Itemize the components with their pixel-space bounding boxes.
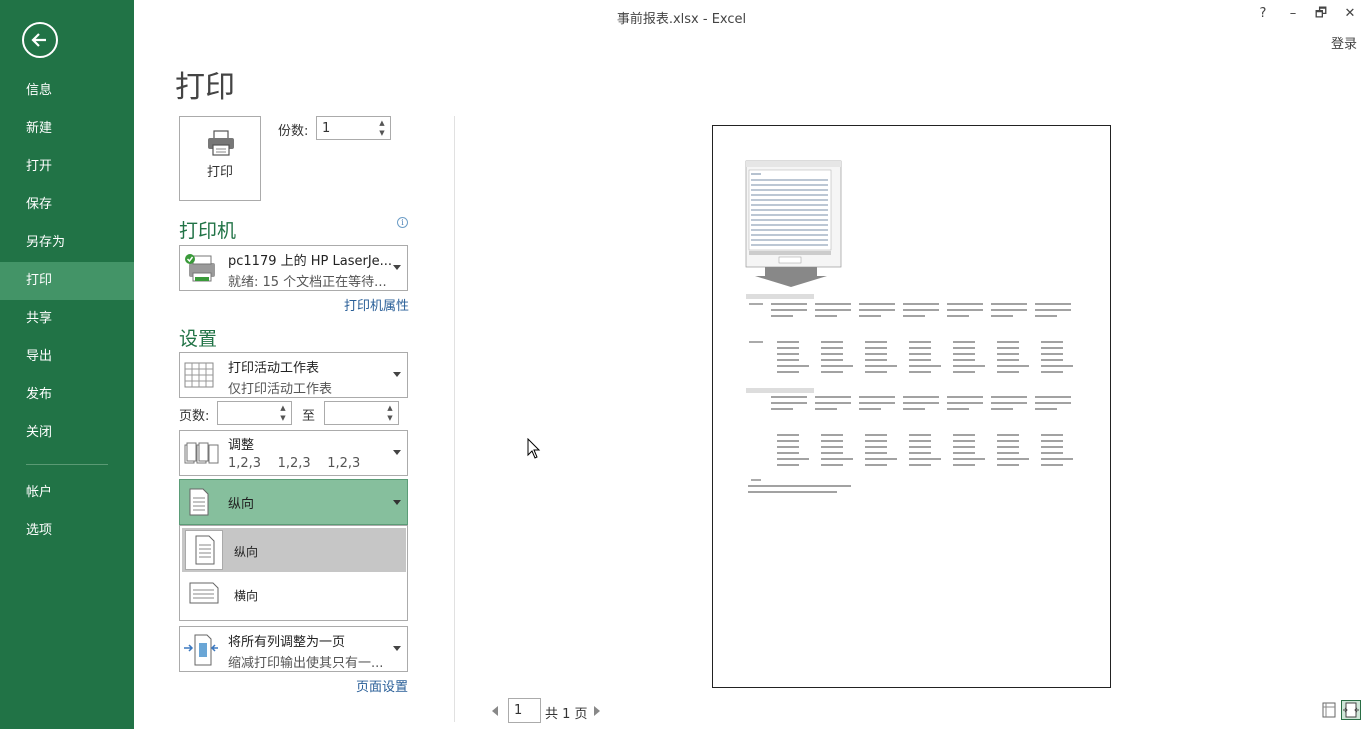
spin-up-icon[interactable]: ▲ [385, 403, 395, 413]
window-title: 事前报表.xlsx - Excel [616, 12, 747, 27]
printer-heading: 打印机 [179, 220, 237, 242]
print-button-label: 打印 [206, 165, 233, 180]
printer-select[interactable]: pc1179 上的 HP LaserJe... 就绪: 15 个文档正在等待..… [179, 245, 408, 291]
pages-from-input[interactable]: ▲ ▼ [217, 401, 292, 425]
collate-main: 调整 [228, 438, 255, 453]
preview-thumbnail [745, 160, 1073, 493]
chevron-down-icon [393, 500, 401, 505]
show-margins-icon [1322, 702, 1336, 718]
mouse-cursor-icon [527, 438, 541, 459]
nav-divider [26, 464, 108, 465]
page-title: 打印 [175, 70, 235, 105]
print-scope-sub: 仅打印活动工作表 [228, 382, 333, 397]
scaling-sub: 缩减打印输出使其只有一... [228, 656, 384, 671]
zoom-to-page-button[interactable] [1341, 700, 1361, 720]
page-setup-link[interactable]: 页面设置 [356, 676, 408, 695]
total-pages-label: 共 1 页 [545, 707, 588, 722]
backstage-nav: 信息 新建 打开 保存 另存为 打印 共享 导出 发布 关闭 帐户 选项 [0, 0, 134, 729]
minimize-button[interactable]: – [1283, 4, 1303, 24]
nav-item-publish[interactable]: 发布 [0, 376, 134, 414]
print-preview-page [712, 125, 1111, 688]
spin-up-icon[interactable]: ▲ [278, 403, 288, 413]
to-label: 至 [302, 409, 316, 424]
print-scope-select[interactable]: 打印活动工作表 仅打印活动工作表 [179, 352, 408, 398]
nav-item-open[interactable]: 打开 [0, 148, 134, 186]
spin-up-icon[interactable]: ▲ [377, 118, 387, 128]
nav-item-save-as[interactable]: 另存为 [0, 224, 134, 262]
back-arrow-icon [31, 33, 46, 47]
copies-stepper[interactable]: 1 ▲ ▼ [316, 116, 391, 140]
nav-item-account[interactable]: 帐户 [0, 474, 134, 512]
printer-properties-link[interactable]: 打印机属性 [344, 295, 409, 314]
pages-to-input[interactable]: ▲ ▼ [324, 401, 399, 425]
collate-sub: 1,2,3 1,2,3 1,2,3 [228, 456, 361, 471]
back-button[interactable] [22, 22, 58, 58]
collate-select[interactable]: 调整 1,2,3 1,2,3 1,2,3 [179, 430, 408, 476]
orientation-menu: 纵向 横向 [179, 525, 408, 621]
panel-divider [454, 116, 455, 722]
portrait-icon [189, 488, 209, 516]
nav-item-new[interactable]: 新建 [0, 110, 134, 148]
chevron-down-icon [393, 646, 401, 651]
chevron-down-icon [393, 265, 401, 270]
copies-value: 1 [322, 121, 331, 136]
nav-item-options[interactable]: 选项 [0, 512, 134, 550]
help-button[interactable]: ? [1253, 4, 1273, 24]
chevron-down-icon [393, 372, 401, 377]
close-button[interactable]: ✕ [1340, 4, 1360, 24]
settings-heading: 设置 [179, 328, 218, 350]
pages-label: 页数: [179, 409, 210, 424]
login-link[interactable]: 登录 [1331, 33, 1357, 52]
printer-name: pc1179 上的 HP LaserJe... [228, 254, 393, 269]
printer-icon [208, 130, 234, 156]
collate-icon [184, 442, 219, 464]
spin-down-icon[interactable]: ▼ [278, 413, 288, 423]
spin-down-icon[interactable]: ▼ [385, 413, 395, 423]
scale-icon [184, 634, 218, 666]
orientation-option-portrait[interactable]: 纵向 [182, 528, 406, 572]
print-button[interactable]: 打印 [179, 116, 261, 201]
nav-item-share[interactable]: 共享 [0, 300, 134, 338]
spin-down-icon[interactable]: ▼ [377, 128, 387, 138]
nav-item-save[interactable]: 保存 [0, 186, 134, 224]
nav-item-print[interactable]: 打印 [0, 262, 134, 300]
current-page-input[interactable]: 1 [508, 698, 541, 723]
scaling-main: 将所有列调整为一页 [228, 635, 346, 650]
info-icon[interactable]: i [397, 217, 408, 228]
zoom-page-icon [1343, 702, 1359, 718]
nav-item-close[interactable]: 关闭 [0, 414, 134, 452]
copies-label: 份数: [278, 124, 309, 139]
nav-item-export[interactable]: 导出 [0, 338, 134, 376]
orientation-option-label: 横向 [234, 589, 259, 603]
orientation-selected: 纵向 [228, 497, 255, 512]
nav-item-info[interactable]: 信息 [0, 72, 134, 110]
show-margins-button[interactable] [1319, 700, 1339, 720]
printer-status: 就绪: 15 个文档正在等待... [228, 275, 387, 290]
chevron-down-icon [393, 450, 401, 455]
next-page-icon[interactable] [594, 706, 600, 716]
printer-device-icon [185, 254, 215, 282]
sheet-icon [184, 362, 214, 388]
portrait-icon [195, 535, 215, 565]
scaling-select[interactable]: 将所有列调整为一页 缩减打印输出使其只有一... [179, 626, 408, 672]
restore-button[interactable]: 🗗 [1311, 4, 1331, 24]
previous-page-icon[interactable] [492, 706, 498, 716]
landscape-icon [189, 582, 219, 604]
orientation-select[interactable]: 纵向 [179, 479, 408, 525]
orientation-option-landscape[interactable]: 横向 [182, 572, 406, 616]
print-scope-main: 打印活动工作表 [228, 361, 320, 376]
orientation-option-label: 纵向 [234, 545, 259, 559]
title-bar: 事前报表.xlsx - Excel ? – 🗗 ✕ [134, 0, 1367, 30]
